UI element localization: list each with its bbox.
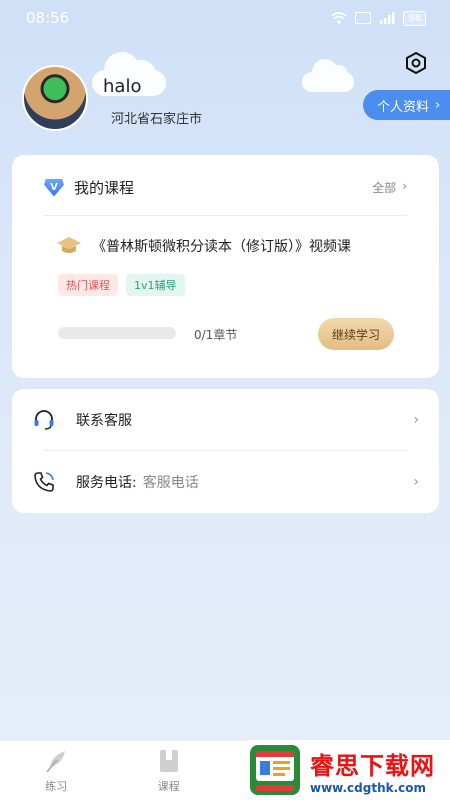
contact-card: 联系客服 › 服务电话: 客服电话 › [12, 389, 439, 513]
course-name: 《普林斯顿微积分读本（修订版）》视频课 [92, 239, 351, 255]
headset-icon [34, 410, 54, 430]
customer-service-label: 联系客服 [76, 413, 132, 429]
watermark-title: 睿思下载网 [310, 751, 435, 780]
status-bar: 08:56 98 [0, 0, 450, 36]
profile-button[interactable]: 个人资料 › [363, 90, 450, 120]
profile-button-label: 个人资料 [377, 99, 430, 115]
tab-practice[interactable]: 练习 [0, 741, 113, 800]
chevron-right-icon: › [413, 474, 419, 490]
courses-header: V 我的课程 [44, 177, 134, 198]
feather-icon [46, 750, 66, 772]
avatar[interactable] [22, 65, 88, 131]
course-item[interactable]: 《普林斯顿微积分读本（修订版）》视频课 [56, 236, 351, 256]
battery-icon: 98 [403, 10, 426, 26]
status-icons: 98 [331, 10, 426, 26]
watermark-text: 睿思下载网 www.cdgthk.com [310, 746, 435, 795]
signal-icon [380, 12, 395, 24]
site-watermark: 睿思下载网 www.cdgthk.com [248, 740, 450, 800]
course-progress-text: 0/1章节 [194, 328, 238, 342]
tag-tutoring: 1v1辅导 [126, 274, 185, 296]
tag-hot-course: 热门课程 [58, 274, 118, 296]
service-phone-value: 客服电话 [142, 475, 199, 491]
courses-title: 我的课程 [74, 179, 135, 197]
hd-icon [355, 12, 372, 24]
chevron-right-icon: › [413, 412, 419, 428]
settings-icon[interactable] [404, 51, 428, 75]
tab-courses[interactable]: 课程 [113, 741, 226, 800]
wifi-icon [331, 12, 347, 24]
service-phone-row[interactable]: 服务电话: 客服电话 › [32, 451, 419, 513]
phone-icon [34, 472, 54, 492]
course-progress-bar [58, 327, 176, 339]
divider [44, 215, 407, 216]
tab-practice-label: 练习 [45, 779, 68, 793]
customer-service-row[interactable]: 联系客服 › [32, 389, 419, 451]
chevron-right-icon: › [435, 97, 441, 113]
username: halo [103, 76, 142, 97]
book-icon [159, 749, 178, 772]
tab-courses-label: 课程 [157, 779, 180, 793]
course-tags: 热门课程 1v1辅导 [58, 274, 185, 296]
cloud-decoration [302, 59, 354, 92]
user-location: 河北省石家庄市 [111, 112, 203, 127]
my-courses-card: V 我的课程 全部 › 《普林斯顿微积分读本（修订版）》视频课 热门课程 1v1… [12, 155, 439, 378]
watermark-url: www.cdgthk.com [310, 780, 427, 795]
chevron-right-icon: › [402, 179, 407, 193]
service-phone-label: 服务电话: [76, 475, 137, 491]
vip-badge-icon: V [44, 178, 64, 197]
all-courses-link[interactable]: 全部 › [372, 179, 407, 196]
status-time: 08:56 [26, 9, 70, 27]
watermark-logo-icon [250, 745, 300, 795]
all-courses-label: 全部 [372, 181, 397, 195]
graduation-cap-icon [57, 237, 81, 253]
continue-learning-button[interactable]: 继续学习 [318, 318, 394, 350]
